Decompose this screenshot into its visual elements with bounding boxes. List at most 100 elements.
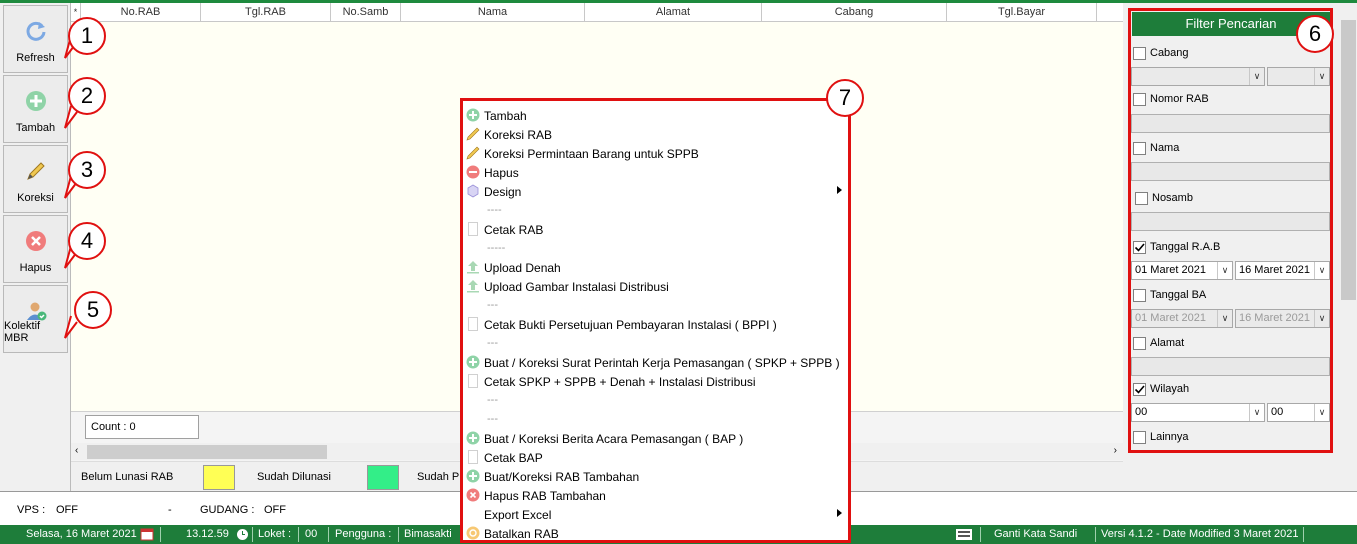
- menu-item-label: Buat / Koreksi Berita Acara Pemasangan (…: [484, 432, 744, 446]
- menu-item-label: Hapus: [484, 166, 519, 180]
- document-icon: [468, 374, 478, 388]
- vps-value: OFF: [56, 504, 78, 516]
- gudang-value: OFF: [264, 504, 286, 516]
- context-menu: Tambah Koreksi RAB Koreksi Permintaan Bara…: [460, 98, 851, 543]
- keyboard-icon: [956, 529, 972, 540]
- menu-item-batalkan-rab[interactable]: Batalkan RAB: [463, 524, 848, 543]
- menu-item-upload-denah[interactable]: Upload Denah: [463, 258, 848, 277]
- menu-item-tambah[interactable]: Tambah: [463, 106, 848, 125]
- refresh-label: Refresh: [16, 52, 55, 64]
- pencil-icon: [466, 127, 480, 141]
- legend-belum-label: Belum Lunasi RAB: [81, 471, 174, 483]
- callout-4: 4: [68, 222, 106, 260]
- menu-item-label: Buat/Koreksi RAB Tambahan: [484, 470, 640, 484]
- menu-item-label: Koreksi RAB: [484, 128, 553, 142]
- menu-separator: ---: [487, 299, 498, 311]
- status-date: Selasa, 16 Maret 2021: [26, 528, 137, 540]
- callout-2: 2: [68, 77, 106, 115]
- menu-item-label: Cetak RAB: [484, 223, 544, 237]
- filter-highlight-box: [1128, 8, 1333, 453]
- grid-header: * No.RAB Tgl.RAB No.Samb Nama Alamat Cab…: [71, 3, 1123, 22]
- menu-item-label: Design: [484, 185, 522, 199]
- menu-item-koreksi-permintaan-barang-untuk-sppb[interactable]: Koreksi Permintaan Barang untuk SPPB: [463, 144, 848, 163]
- col-header-tgl-rab[interactable]: Tgl.RAB: [201, 3, 331, 21]
- status-time: 13.12.59: [186, 528, 229, 540]
- legend-sudah-label: Sudah Dilunasi: [257, 471, 331, 483]
- pencil-icon: [26, 162, 45, 180]
- document-icon: [468, 222, 478, 236]
- x-circle-icon: [466, 488, 480, 502]
- legend-sudah-swatch: [367, 465, 399, 490]
- hapus-label: Hapus: [19, 262, 52, 274]
- menu-item-cetak-bap[interactable]: Cetak BAP: [463, 448, 848, 467]
- plus-circle-icon: [466, 108, 480, 122]
- callout-5: 5: [74, 291, 112, 329]
- cancel-icon: [466, 526, 480, 540]
- plus-circle-icon: [466, 431, 480, 445]
- minus-circle-icon: [466, 165, 480, 179]
- vps-label: VPS :: [17, 504, 46, 516]
- col-header-nama[interactable]: Nama: [401, 3, 585, 21]
- col-header-cabang[interactable]: Cabang: [762, 3, 947, 21]
- legend-belum-swatch: [203, 465, 235, 490]
- koreksi-label: Koreksi: [17, 192, 54, 204]
- menu-item-upload-gambar-instalasi-distribusi[interactable]: Upload Gambar Instalasi Distribusi: [463, 277, 848, 296]
- callout-1: 1: [68, 17, 106, 55]
- menu-item-hapus-rab-tambahan[interactable]: Hapus RAB Tambahan: [463, 486, 848, 505]
- menu-separator: ---: [487, 394, 498, 406]
- menu-item-cetak-bukti-persetujuan-pembayaran-instalasi-bppi[interactable]: Cetak Bukti Persetujuan Pembayaran Insta…: [463, 315, 848, 334]
- menu-item-label: Cetak BAP: [484, 451, 543, 465]
- menu-separator: ----: [487, 204, 502, 216]
- menu-separator: ---: [487, 337, 498, 349]
- pencil-icon: [466, 146, 480, 160]
- x-circle-icon: [25, 231, 46, 251]
- menu-item-buat-koreksi-surat-perintah-kerja-pemasangan-spkp-sppb[interactable]: Buat / Koreksi Surat Perintah Kerja Pema…: [463, 353, 848, 372]
- tambah-label: Tambah: [15, 122, 56, 134]
- version-info: Versi 4.1.2 - Date Modified 3 Maret 2021: [1101, 528, 1299, 540]
- loket-label: Loket :: [258, 528, 292, 540]
- menu-item-cetak-rab[interactable]: Cetak RAB: [463, 220, 848, 239]
- scroll-right-icon[interactable]: ›: [1114, 445, 1117, 456]
- col-header-tgl-bayar[interactable]: Tgl.Bayar: [947, 3, 1097, 21]
- blank-icon: [466, 507, 480, 521]
- menu-item-koreksi-rab[interactable]: Koreksi RAB: [463, 125, 848, 144]
- col-header-no-samb[interactable]: No.Samb: [331, 3, 401, 21]
- pengguna-value: Bimasakti: [404, 528, 452, 540]
- menu-item-export-excel[interactable]: Export Excel: [463, 505, 848, 524]
- col-header-no-rab[interactable]: No.RAB: [81, 3, 201, 21]
- menu-item-design[interactable]: Design: [463, 182, 848, 201]
- document-icon: [468, 317, 478, 331]
- menu-item-buat-koreksi-berita-acara-pemasangan-bap[interactable]: Buat / Koreksi Berita Acara Pemasangan (…: [463, 429, 848, 448]
- pengguna-label: Pengguna :: [335, 528, 392, 540]
- plus-circle-icon: [466, 355, 480, 369]
- menu-item-label: Upload Gambar Instalasi Distribusi: [484, 280, 669, 294]
- plus-circle-icon: [466, 469, 480, 483]
- gudang-label: GUDANG :: [200, 504, 255, 516]
- horizontal-scroll-thumb[interactable]: [87, 445, 327, 459]
- menu-item-cetak-spkp-sppb-denah-instalasi-distribusi[interactable]: Cetak SPKP + SPPB + Denah + Instalasi Di…: [463, 372, 848, 391]
- upload-icon: [467, 280, 479, 293]
- ganti-kata-sandi-link[interactable]: Ganti Kata Sandi: [994, 528, 1077, 540]
- refresh-icon: [26, 21, 45, 41]
- callout-7: 7: [826, 79, 864, 117]
- col-header-alamat[interactable]: Alamat: [585, 3, 762, 21]
- clock-icon: [237, 529, 248, 540]
- menu-item-label: Cetak Bukti Persetujuan Pembayaran Insta…: [484, 318, 777, 332]
- menu-item-buat-koreksi-rab-tambahan[interactable]: Buat/Koreksi RAB Tambahan: [463, 467, 848, 486]
- vps-dash: -: [168, 504, 172, 516]
- menu-separator: -----: [487, 242, 506, 254]
- calendar-icon[interactable]: [140, 527, 154, 541]
- menu-item-label: Hapus RAB Tambahan: [484, 489, 606, 503]
- menu-item-hapus[interactable]: Hapus: [463, 163, 848, 182]
- scroll-left-icon[interactable]: ‹: [75, 445, 78, 456]
- design-icon: [467, 184, 479, 198]
- menu-item-label: Tambah: [484, 109, 527, 123]
- filter-vertical-scrollbar[interactable]: [1341, 20, 1356, 300]
- menu-item-label: Upload Denah: [484, 261, 561, 275]
- menu-item-label: Koreksi Permintaan Barang untuk SPPB: [484, 147, 699, 161]
- menu-item-label: Buat / Koreksi Surat Perintah Kerja Pema…: [484, 356, 840, 370]
- menu-item-label: Export Excel: [484, 508, 552, 522]
- menu-item-label: Cetak SPKP + SPPB + Denah + Instalasi Di…: [484, 375, 756, 389]
- callout-6: 6: [1296, 15, 1334, 53]
- legend-sudah-p-label: Sudah Pr: [417, 471, 463, 483]
